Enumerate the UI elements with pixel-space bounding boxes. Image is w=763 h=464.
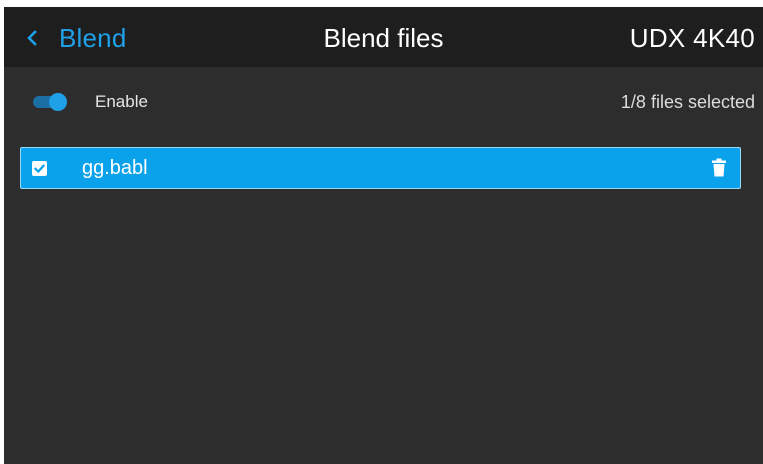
toggle-knob [49,93,67,111]
device-name: UDX 4K40 [629,23,755,53]
files-selected-count: 1/8 files selected [620,92,755,112]
checkbox-checked-icon[interactable] [32,161,47,176]
file-name: gg.babl [82,157,148,179]
file-list-item[interactable]: gg.babl [20,147,741,189]
header-bar: Blend Blend files UDX 4K40 [4,7,763,67]
enable-toggle[interactable] [33,93,67,111]
blend-files-screen: Blend Blend files UDX 4K40 Enable 1/8 fi… [4,7,763,464]
trash-icon[interactable] [712,158,726,177]
enable-label: Enable [95,92,148,111]
